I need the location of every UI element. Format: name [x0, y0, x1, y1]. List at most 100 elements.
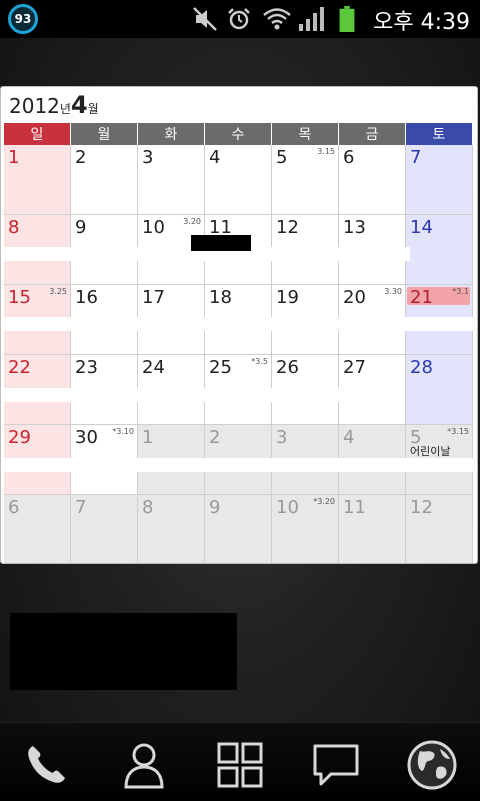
- event-strip: [4, 388, 400, 402]
- weekday-header: 일 월 화 수 목 금 토: [4, 123, 475, 145]
- year-suffix: 년: [59, 102, 71, 116]
- month-label: 4: [70, 91, 88, 119]
- weekday-wednesday: 수: [205, 123, 272, 145]
- calendar-day[interactable]: 7: [71, 495, 138, 563]
- day-number: 2: [209, 427, 221, 448]
- apps-icon: [217, 742, 263, 788]
- day-number: 25: [209, 357, 232, 378]
- day-number: 12: [410, 497, 433, 518]
- mute-icon: [193, 7, 217, 31]
- apps-button[interactable]: [210, 735, 270, 795]
- calendar-day[interactable]: 10 *3.20: [272, 495, 339, 563]
- contacts-icon: [124, 743, 164, 789]
- lunar-date: *3.15: [447, 427, 469, 436]
- battery-ring-icon: 93: [8, 4, 38, 34]
- day-number: 27: [343, 357, 366, 378]
- weekday-saturday: 토: [406, 123, 473, 145]
- lunar-date: 3.30: [384, 287, 402, 296]
- day-number: 12: [276, 217, 299, 238]
- lunar-date: *3.10: [112, 427, 134, 436]
- battery-icon: [339, 6, 355, 32]
- day-number: 23: [75, 357, 98, 378]
- month-suffix: 월: [87, 102, 99, 116]
- day-number: 3: [142, 147, 154, 168]
- day-number: 10: [276, 497, 299, 518]
- day-number: 28: [410, 357, 433, 378]
- calendar-day[interactable]: 28: [406, 355, 473, 425]
- day-number: 15: [8, 287, 31, 308]
- calendar-grid: 1 2 3 4 5 3.15 6 7 8 9 10 3.20 11 12 13 14 15 3.25 16 17 18 1…: [4, 145, 475, 563]
- calendar-widget[interactable]: 2012년4월 일 월 화 수 목 금 토 1 2 3 4 5 3.15 6 7 8 9 10 3.2…: [0, 86, 478, 564]
- day-number: 26: [276, 357, 299, 378]
- weekday-monday: 월: [71, 123, 138, 145]
- day-number: 22: [8, 357, 31, 378]
- day-number: 9: [75, 217, 87, 238]
- day-number: 7: [410, 147, 422, 168]
- lunar-date: *3.5: [251, 357, 268, 366]
- day-number: 6: [343, 147, 355, 168]
- status-clock: 오후 4:39: [373, 10, 470, 35]
- calendar-day[interactable]: 3: [138, 145, 205, 215]
- day-number: 9: [209, 497, 221, 518]
- alarm-icon: [228, 8, 250, 30]
- calendar-day[interactable]: 1: [4, 145, 71, 215]
- day-number: 18: [209, 287, 232, 308]
- day-number: 1: [8, 147, 20, 168]
- day-number: 29: [8, 427, 31, 448]
- status-bar: 93 오후 4:39: [0, 0, 480, 38]
- day-number: 1: [142, 427, 154, 448]
- day-number: 16: [75, 287, 98, 308]
- messaging-button[interactable]: [306, 735, 366, 795]
- day-number: 6: [8, 497, 20, 518]
- calendar-day[interactable]: 6: [4, 495, 71, 563]
- lunar-date: 3.15: [317, 147, 335, 156]
- weekday-friday: 금: [339, 123, 406, 145]
- day-number: 7: [75, 497, 87, 518]
- weekday-thursday: 목: [272, 123, 339, 145]
- day-number: 20: [343, 287, 366, 308]
- day-number: 19: [276, 287, 299, 308]
- year-label: 2012: [9, 94, 60, 118]
- day-number: 14: [410, 217, 433, 238]
- calendar-day[interactable]: 5 3.15: [272, 145, 339, 215]
- lunar-date: *3.20: [313, 497, 335, 506]
- messaging-icon: [313, 744, 359, 786]
- calendar-day[interactable]: 4: [205, 145, 272, 215]
- battery-level-text: 93: [14, 12, 32, 26]
- contacts-button[interactable]: [114, 735, 174, 795]
- phone-icon: [28, 746, 65, 783]
- redacted-block: [10, 613, 237, 690]
- calendar-day[interactable]: 11: [339, 495, 406, 563]
- lunar-date: 3.25: [49, 287, 67, 296]
- day-number: 17: [142, 287, 165, 308]
- day-number: 11: [343, 497, 366, 518]
- calendar-day[interactable]: 12: [406, 495, 473, 563]
- phone-button[interactable]: [16, 735, 76, 795]
- calendar-day[interactable]: 2: [71, 145, 138, 215]
- calendar-day[interactable]: 6: [339, 145, 406, 215]
- wifi-icon: [263, 8, 291, 30]
- month-title[interactable]: 2012년4월: [9, 91, 99, 125]
- calendar-day[interactable]: 8: [138, 495, 205, 563]
- lunar-date: *3.1: [452, 287, 469, 296]
- day-number: 30: [75, 427, 98, 448]
- lunar-date: 3.20: [183, 217, 201, 226]
- event-label: 어린이날: [410, 445, 451, 458]
- redacted-block: [191, 235, 251, 251]
- internet-icon: [407, 740, 457, 790]
- signal-icon: [299, 7, 324, 31]
- day-number: 2: [75, 147, 87, 168]
- day-number: 5: [276, 147, 288, 168]
- day-number: 4: [343, 427, 355, 448]
- calendar-day[interactable]: 7: [406, 145, 473, 215]
- day-number: 21: [410, 287, 433, 308]
- day-number: 3: [276, 427, 288, 448]
- event-strip: [4, 458, 475, 472]
- weekday-sunday: 일: [4, 123, 71, 145]
- calendar-day[interactable]: 14: [406, 215, 473, 285]
- internet-button[interactable]: [402, 735, 462, 795]
- day-number: 10: [142, 217, 165, 238]
- day-number: 8: [8, 217, 20, 238]
- calendar-day[interactable]: 9: [205, 495, 272, 563]
- dock-bar: [0, 722, 480, 801]
